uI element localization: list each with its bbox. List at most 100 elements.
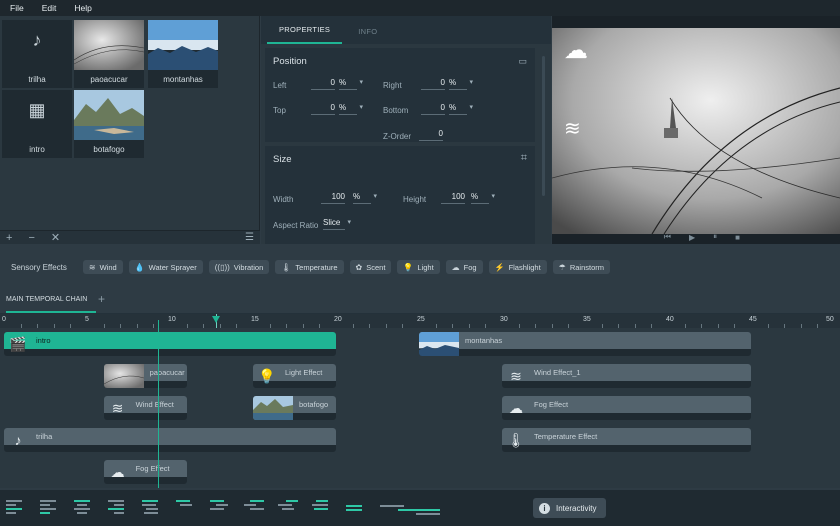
timeline-clip-wind-effect-1[interactable]: ≋ Wind Effect_1 [502,364,751,388]
align-tool-icon[interactable] [108,499,128,517]
right-label: Right [383,81,402,90]
crop-icon[interactable]: ⌗ [521,152,527,165]
align-tool-icon[interactable] [142,499,162,517]
right-unit-select[interactable]: % [449,78,473,90]
top-unit-select[interactable]: % [339,103,363,115]
top-field[interactable]: 0 [311,103,335,115]
alignment-toolbar: i Interactivity [0,490,840,526]
interactivity-button[interactable]: i Interactivity [533,498,607,518]
pause-icon[interactable]: ⏸ [713,232,717,242]
right-field[interactable]: 0 [421,78,445,90]
zorder-field[interactable]: 0 [419,129,443,141]
effect-light[interactable]: 💡 Light [397,260,440,274]
water-drop-icon: 💧 [134,262,145,272]
clip-name: Wind Effect_1 [534,368,581,377]
align-tool-icon[interactable] [74,499,94,517]
height-unit-select[interactable]: % [471,192,495,204]
left-unit-select[interactable]: % [339,78,363,90]
timeline-clip-intro[interactable]: 🎬 intro [4,332,336,356]
timeline-tracks: 🎬 intro montanhas paoacucar 💡 Light Effect ≋ Wi… [0,328,840,488]
play-icon[interactable]: ▶ [689,233,695,242]
screen-icon[interactable]: ▭ [518,56,527,67]
effect-water-sprayer[interactable]: 💧 Water Sprayer [128,260,203,274]
menu-edit[interactable]: Edit [42,3,57,13]
menu-file[interactable]: File [10,3,24,13]
bottom-unit-select[interactable]: % [449,103,473,115]
clapperboard-icon: 🎬 [9,336,27,352]
thumbnail-sky [148,20,218,70]
width-unit-select[interactable]: % [353,192,377,204]
left-label: Left [273,81,287,90]
align-tool-icon[interactable] [346,499,366,517]
timeline-clip-fog-effect[interactable]: ☁ Fog Effect [502,396,751,420]
music-note-icon: ♪ [14,432,22,448]
ruler-tick-label: 30 [500,316,508,323]
align-tool-icon[interactable] [176,499,196,517]
effect-temperature[interactable]: 🌡 Temperature [275,260,344,274]
add-chain-button[interactable]: + [98,292,105,306]
align-tool-icon[interactable] [244,499,264,517]
effect-wind[interactable]: ≋ Wind [82,260,123,274]
align-tool-icon[interactable] [6,499,26,517]
media-item-trilha[interactable]: ♪ trilha [2,20,72,88]
media-item-label: trilha [28,75,46,84]
properties-scrollbar[interactable] [542,56,545,196]
add-media-button[interactable]: + [6,232,12,244]
timeline-clip-botafogo[interactable]: botafogo [253,396,336,420]
left-field[interactable]: 0 [311,78,335,90]
tab-properties[interactable]: PROPERTIES [267,25,343,44]
menu-help[interactable]: Help [74,3,91,13]
timeline-clip-trilha[interactable]: ♪ trilha [4,428,336,452]
effect-vibration[interactable]: ((▯)) Vibration [208,260,270,274]
fog-cloud-icon: ☁ [564,37,588,64]
timeline-clip-wind-effect[interactable]: ≋ Wind Effect [103,396,187,420]
time-marker[interactable] [212,316,221,323]
timeline-clip-paoacucar[interactable]: paoacucar [103,364,187,388]
wind-icon: ≋ [88,262,96,272]
clapperboard-icon: ▦ [28,100,46,120]
skip-back-icon[interactable]: ⏮ [664,232,671,242]
effect-flashlight[interactable]: ⚡ Flashlight [488,260,547,274]
aspect-ratio-select[interactable]: Slice [323,218,351,230]
ruler-tick-label: 25 [417,316,425,323]
wind-icon: ≋ [111,400,124,416]
size-section: Size ⌗ Width 100 % Height 100 % Aspect R… [265,146,535,244]
clip-name: Light Effect [285,368,323,377]
media-item-botafogo[interactable]: botafogo [74,90,144,158]
effect-fog[interactable]: ☁ Fog [445,260,483,274]
clip-thumbnail [103,364,144,388]
effect-rainstorm[interactable]: ☂ Rainstorm [552,260,611,274]
bottom-field[interactable]: 0 [421,103,445,115]
timeline-ruler[interactable]: 0 5 10 15 20 25 30 35 40 45 50 [0,314,840,328]
tab-main-temporal-chain[interactable]: MAIN TEMPORAL CHAIN [6,296,96,313]
align-tool-icon[interactable] [278,499,298,517]
height-field[interactable]: 100 [441,192,465,204]
clip-thumbnail [419,332,459,356]
ruler-tick-label: 35 [583,316,591,323]
align-tool-icon[interactable] [40,499,60,517]
timeline-clip-temperature-effect[interactable]: 🌡 Temperature Effect [502,428,751,452]
timeline-clip-light-effect[interactable]: 💡 Light Effect [253,364,336,388]
align-tool-icon[interactable] [312,499,332,517]
close-icon[interactable]: ✕ [51,231,60,244]
ruler-tick-label: 5 [85,316,89,323]
stop-icon[interactable]: ■ [735,233,740,242]
list-view-icon[interactable]: ☰ [245,232,254,243]
align-tool-icon[interactable] [210,499,230,517]
playhead[interactable] [158,320,160,488]
remove-media-button[interactable]: − [28,232,34,244]
media-item-intro[interactable]: ▦ intro [2,90,72,158]
effect-scent[interactable]: ✿ Scent [349,260,392,274]
clip-name: montanhas [465,336,503,345]
timeline-clip-fog-effect[interactable]: ☁ Fog Effect [103,460,187,484]
top-label: Top [273,106,286,115]
media-item-montanhas[interactable]: montanhas [148,20,218,88]
width-field[interactable]: 100 [321,192,345,204]
fog-cloud-icon: ☁ [110,464,125,480]
align-tool-icon[interactable] [380,499,440,517]
tab-info[interactable]: INFO [346,27,389,44]
media-item-paoacucar[interactable]: paoacucar [74,20,144,88]
clip-name: Wind Effect [135,400,174,409]
clip-name: trilha [36,432,53,441]
timeline-clip-montanhas[interactable]: montanhas [419,332,751,356]
